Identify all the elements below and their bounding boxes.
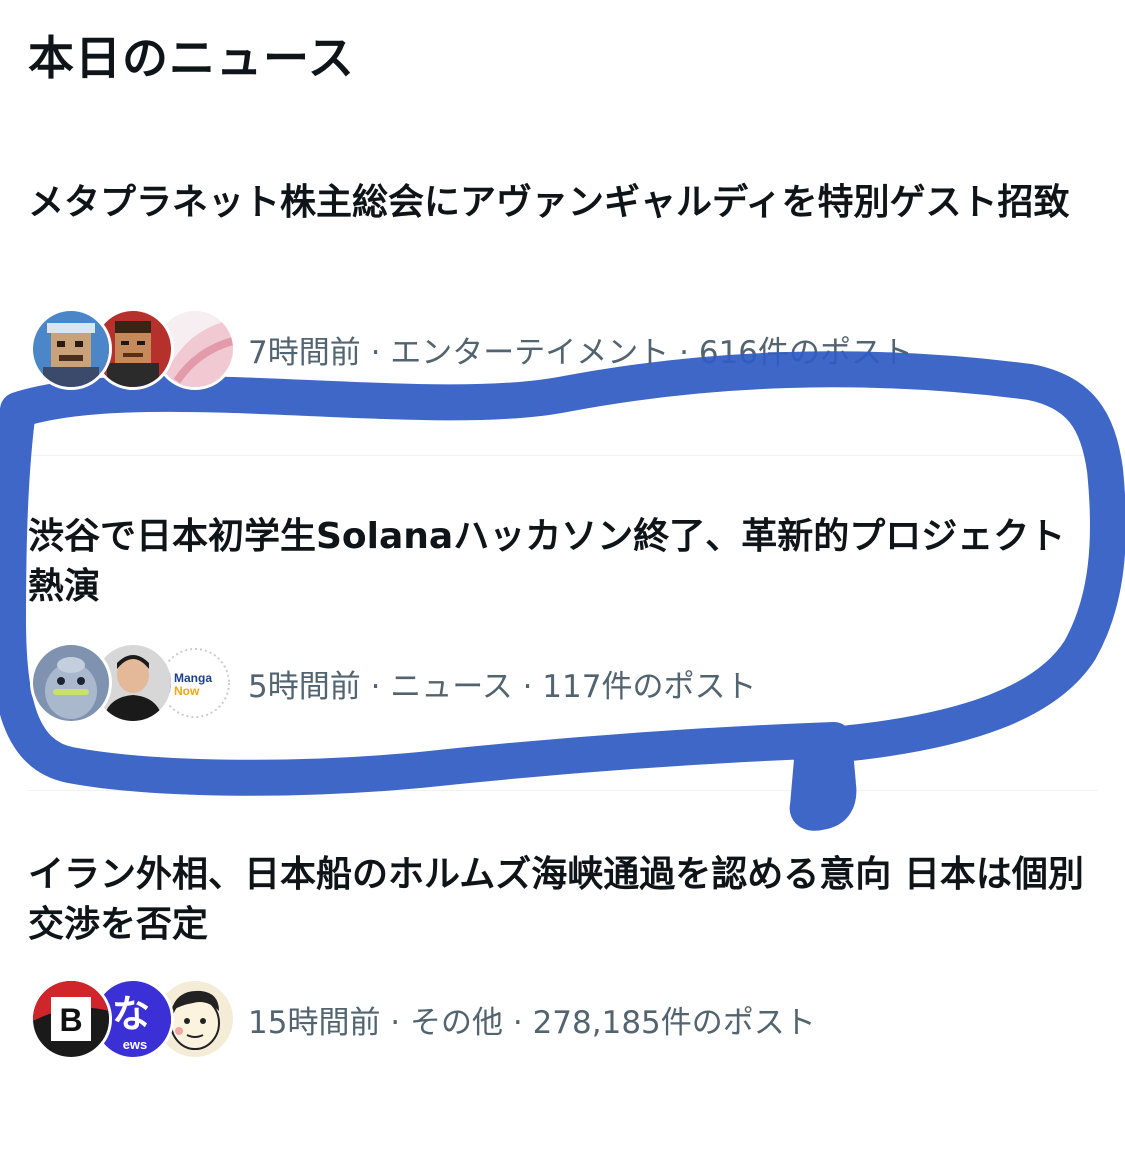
news-item[interactable]: イラン外相、日本船のホルムズ海峡通過を認める意向 日本は個別交渉を否定 B な … (28, 850, 1098, 1060)
news-meta-row: Manga Now 5時間前 · ニュース · 117件のポスト (30, 642, 756, 724)
news-meta: 15時間前 · その他 · 278,185件のポスト (248, 1004, 816, 1041)
ews-logo-text: ews (123, 1037, 148, 1052)
avatar-seal-character (30, 642, 112, 724)
news-item[interactable]: メタプラネット株主総会にアヴァンギャルディを特別ゲスト招致 7時間前 · エンタ… (28, 178, 1098, 390)
news-meta: 5時間前 · ニュース · 117件のポスト (248, 668, 757, 705)
avatar-b-logo: B (30, 978, 112, 1060)
news-meta-row: B な ews 15時間前 · その他 · 278,185件のポスト (30, 978, 816, 1060)
avatar-stack (30, 308, 236, 390)
b-logo-text: B (59, 1002, 82, 1038)
news-headline[interactable]: 渋谷で日本初学生Solanaハッカソン終了、革新的プロジェクト熱演 (28, 512, 1093, 612)
news-meta-row: 7時間前 · エンターテイメント · 616件のポスト (30, 308, 913, 390)
news-item[interactable]: 渋谷で日本初学生Solanaハッカソン終了、革新的プロジェクト熱演 Manga … (28, 512, 1098, 724)
na-logo-text: な (112, 992, 150, 1036)
news-headline[interactable]: イラン外相、日本船のホルムズ海峡通過を認める意向 日本は個別交渉を否定 (28, 850, 1093, 950)
divider (28, 790, 1098, 791)
news-headline[interactable]: メタプラネット株主総会にアヴァンギャルディを特別ゲスト招致 (28, 178, 1093, 228)
manga-logo-text: Manga (174, 671, 212, 685)
divider (28, 455, 1098, 456)
now-logo-text: Now (174, 684, 200, 698)
avatar-stack: B な ews (30, 978, 236, 1060)
avatar-stack: Manga Now (30, 642, 236, 724)
news-meta: 7時間前 · エンターテイメント · 616件のポスト (248, 334, 914, 371)
section-title: 本日のニュース (28, 31, 355, 85)
avatar-pixel-art (30, 308, 112, 390)
